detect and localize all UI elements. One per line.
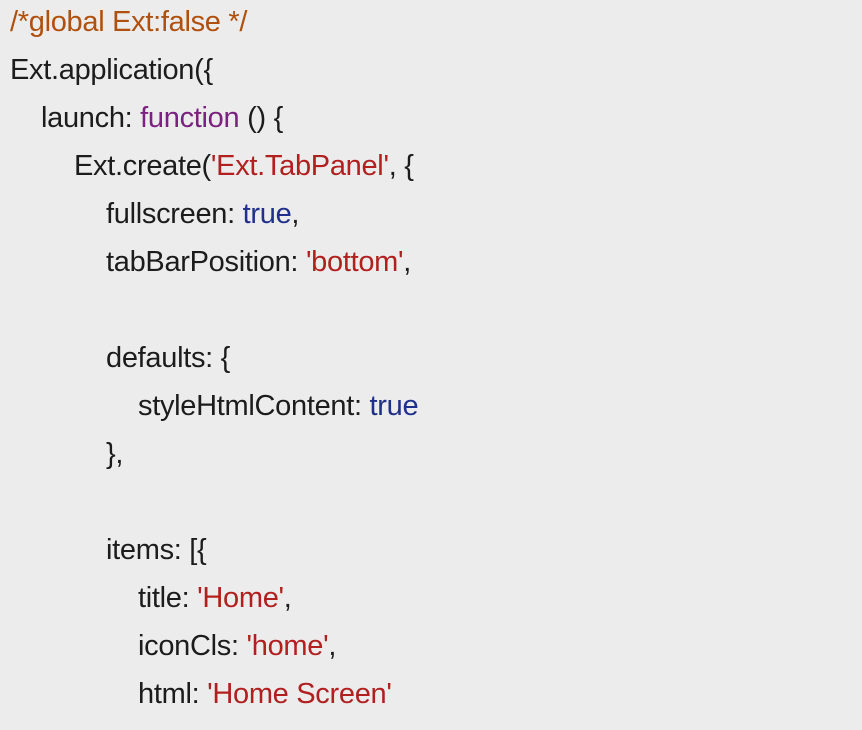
code-line-comment: /*global Ext:false */ [10, 0, 247, 46]
string-token: 'Home' [197, 582, 284, 614]
plain-token: items: [{ [106, 534, 207, 566]
plain-token: }, [106, 438, 124, 470]
string-token: 'Home Screen' [207, 678, 392, 710]
code-line-fullscreen: fullscreen: true, [10, 190, 299, 238]
property-key: html: [138, 678, 208, 710]
plain-token: , { [388, 150, 414, 182]
keyword-token: function [140, 102, 240, 134]
code-line-launch: launch: function () { [10, 94, 283, 142]
property-key: iconCls: [138, 630, 247, 662]
plain-token: , [328, 630, 337, 662]
string-token: 'bottom' [305, 246, 404, 278]
plain-token: defaults: { [106, 342, 231, 374]
plain-token: , [403, 246, 412, 278]
code-line-defaults: defaults: { [10, 334, 230, 382]
plain-token: , [291, 198, 300, 230]
boolean-token: true [369, 390, 419, 422]
code-line-tabbarposition: tabBarPosition: 'bottom', [10, 238, 411, 286]
code-line-create: Ext.create('Ext.TabPanel', { [10, 142, 414, 190]
property-key: launch: [41, 102, 141, 134]
code-line-defaults-close: }, [10, 430, 123, 478]
plain-token: () { [239, 102, 283, 134]
property-key: tabBarPosition: [106, 246, 306, 278]
property-key: title: [138, 582, 198, 614]
code-line-title: title: 'Home', [10, 574, 292, 622]
plain-token: Ext.create( [74, 150, 211, 182]
property-key: fullscreen: [106, 198, 243, 230]
string-token: 'Ext.TabPanel' [210, 150, 389, 182]
boolean-token: true [242, 198, 292, 230]
property-key: styleHtmlContent: [138, 390, 370, 422]
string-token: 'home' [246, 630, 329, 662]
plain-token: Ext.application({ [10, 54, 213, 86]
plain-token: , [283, 582, 292, 614]
code-line-application: Ext.application({ [10, 46, 213, 94]
code-viewer: /*global Ext:false */ Ext.application({ … [0, 0, 862, 730]
code-line-stylehtmlcontent: styleHtmlContent: true [10, 382, 419, 430]
code-line-iconcls: iconCls: 'home', [10, 622, 336, 670]
comment-token: /*global Ext:false */ [10, 6, 248, 38]
code-line-items: items: [{ [10, 526, 207, 574]
code-line-html: html: 'Home Screen' [10, 670, 392, 718]
